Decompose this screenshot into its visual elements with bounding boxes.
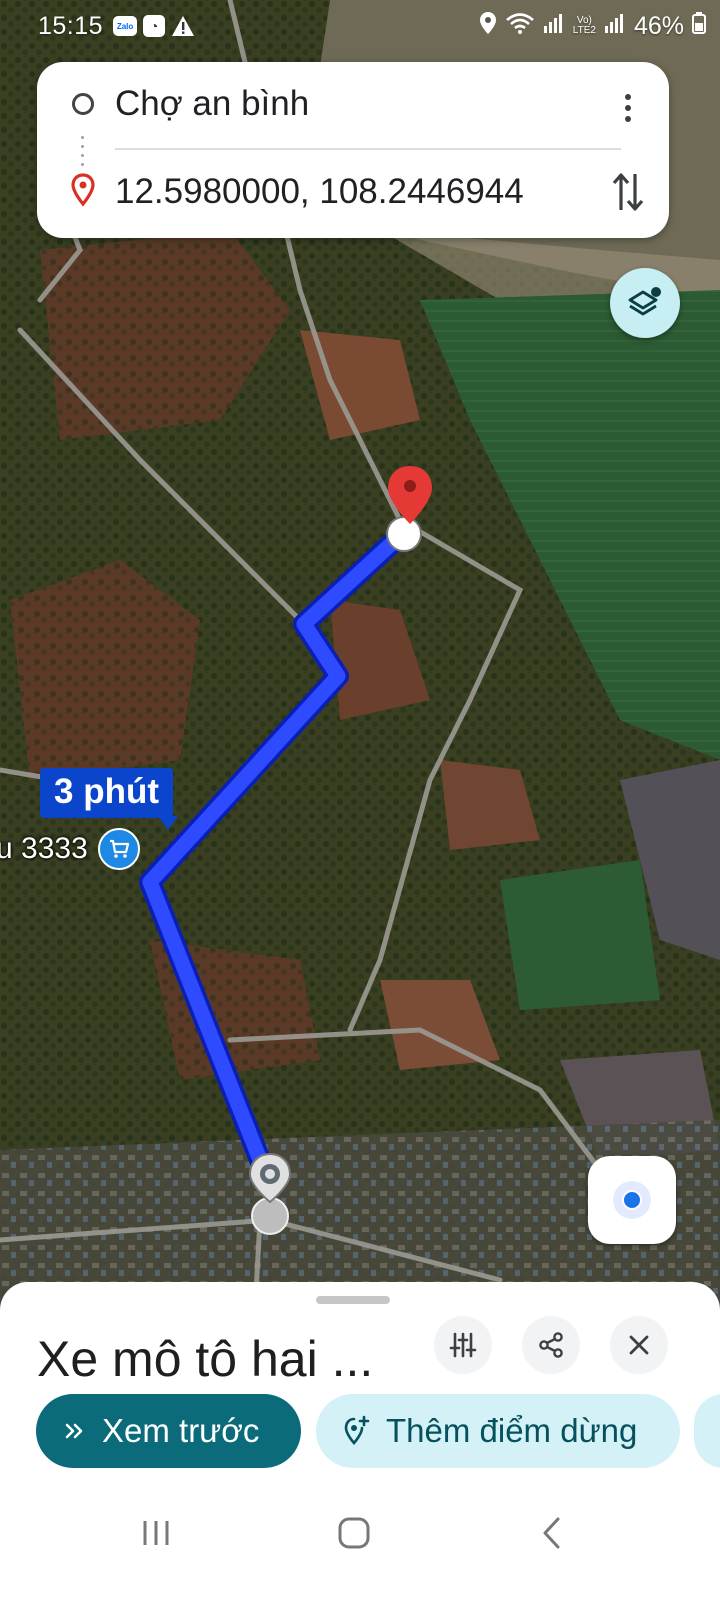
layers-button[interactable] <box>610 268 680 338</box>
destination-field[interactable]: 12.5980000, 108.2446944 <box>37 152 669 232</box>
add-stop-label: Thêm điểm dừng <box>386 1412 638 1449</box>
route-options-button[interactable] <box>434 1316 492 1374</box>
more-options-icon[interactable] <box>613 88 643 128</box>
directions-card: Chợ an bình 12.5980000, 108.2446944 <box>37 62 669 238</box>
recents-button[interactable] <box>126 1508 186 1558</box>
origin-text[interactable]: Chợ an bình <box>115 84 309 124</box>
poi-label: u 3333 <box>0 832 88 865</box>
status-bar: 15:15 Zalo ◔ Vo) LTE2 46% <box>0 0 720 52</box>
warning-icon <box>171 15 195 37</box>
status-time: 15:15 <box>38 11 104 40</box>
signal-icon-2 <box>604 12 626 41</box>
share-button[interactable] <box>522 1316 580 1374</box>
layers-icon <box>628 287 661 316</box>
close-button[interactable] <box>610 1316 668 1374</box>
shopping-cart-icon <box>97 828 140 870</box>
destination-text[interactable]: 12.5980000, 108.2446944 <box>115 172 524 212</box>
destination-pin-icon[interactable] <box>380 462 436 552</box>
travel-mode-title: Xe mô tô hai ... <box>37 1331 374 1387</box>
battery-icon <box>692 11 706 41</box>
add-location-icon <box>342 1415 370 1447</box>
home-icon <box>338 1517 370 1549</box>
back-icon <box>543 1517 560 1549</box>
my-location-button[interactable] <box>588 1156 676 1244</box>
preview-label: Xem trước <box>102 1412 260 1449</box>
signal-icon <box>543 12 565 41</box>
sheet-drag-handle[interactable] <box>316 1296 390 1304</box>
double-chevron-right-icon <box>64 1420 86 1442</box>
zalo-icon: Zalo <box>113 16 138 36</box>
destination-pin-small-icon <box>68 172 98 213</box>
home-button[interactable] <box>324 1508 384 1558</box>
battery-percent: 46% <box>633 11 684 40</box>
network-type: Vo) LTE2 <box>572 15 596 36</box>
my-location-icon <box>613 1181 651 1219</box>
origin-field[interactable]: Chợ an bình <box>37 64 669 144</box>
more-actions-pill[interactable] <box>694 1394 720 1468</box>
messenger-icon: ◔ <box>143 15 166 37</box>
wifi-icon <box>505 11 535 42</box>
recents-icon <box>143 1521 169 1545</box>
field-divider <box>115 148 621 150</box>
add-stop-button[interactable]: Thêm điểm dừng <box>316 1394 680 1468</box>
back-button[interactable] <box>522 1508 582 1558</box>
share-icon <box>539 1332 563 1358</box>
swap-directions-icon[interactable] <box>611 170 645 219</box>
preview-button[interactable]: Xem trước <box>36 1394 301 1468</box>
origin-circle-icon <box>72 93 94 115</box>
tune-icon <box>449 1332 477 1358</box>
close-icon <box>629 1335 649 1355</box>
origin-marker-icon[interactable] <box>244 1150 296 1240</box>
location-icon <box>479 11 497 42</box>
system-nav-bar <box>0 1470 720 1600</box>
route-time-label: 3 phút <box>40 768 178 830</box>
poi-store[interactable]: u 3333 <box>0 828 140 870</box>
